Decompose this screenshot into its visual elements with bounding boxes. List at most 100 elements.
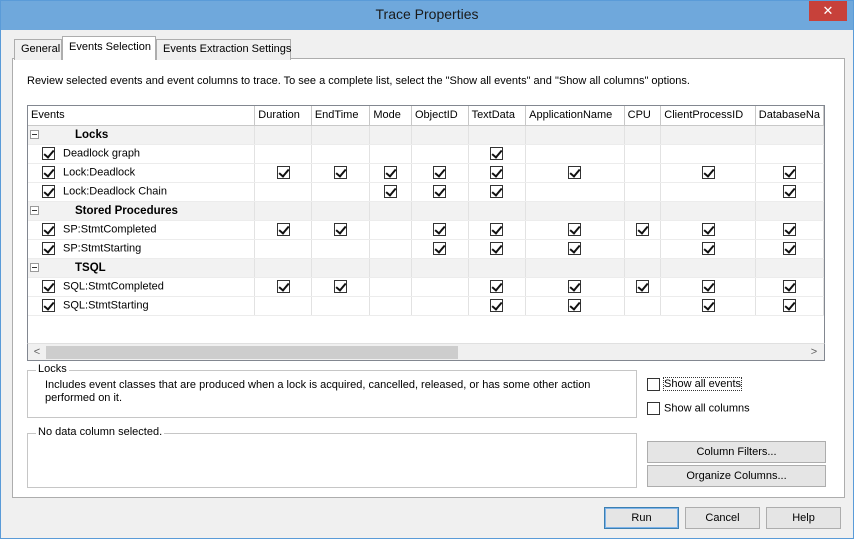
event-row[interactable]: Lock:Deadlock Chain bbox=[28, 182, 824, 202]
event-column-cell[interactable] bbox=[369, 163, 412, 183]
column-checkbox[interactable] bbox=[701, 223, 715, 236]
event-column-cell[interactable] bbox=[311, 277, 371, 297]
event-column-cell[interactable] bbox=[311, 220, 371, 240]
column-checkbox[interactable] bbox=[782, 242, 796, 255]
event-checkbox[interactable] bbox=[42, 242, 55, 255]
column-header-events[interactable]: Events bbox=[28, 106, 256, 126]
event-column-cell[interactable] bbox=[468, 277, 527, 297]
column-checkbox[interactable] bbox=[433, 185, 447, 198]
column-checkbox[interactable] bbox=[701, 166, 715, 179]
show-all-columns-label[interactable]: Show all columns bbox=[664, 402, 750, 414]
column-checkbox[interactable] bbox=[782, 166, 796, 179]
column-checkbox[interactable] bbox=[384, 166, 398, 179]
close-button[interactable]: ✕ bbox=[809, 1, 847, 21]
column-header-clientprocessid[interactable]: ClientProcessID bbox=[660, 106, 756, 126]
event-column-cell[interactable] bbox=[755, 239, 824, 259]
column-checkbox[interactable] bbox=[490, 185, 504, 198]
column-checkbox[interactable] bbox=[568, 280, 582, 293]
event-column-cell[interactable] bbox=[525, 163, 625, 183]
column-checkbox[interactable] bbox=[490, 242, 504, 255]
event-row[interactable]: Lock:Deadlock bbox=[28, 163, 824, 183]
event-cell[interactable]: SQL:StmtCompleted bbox=[28, 277, 256, 297]
category-row[interactable]: Locks bbox=[28, 125, 824, 145]
event-column-cell[interactable] bbox=[254, 163, 312, 183]
event-column-cell[interactable] bbox=[624, 144, 662, 164]
horizontal-scrollbar[interactable]: < > bbox=[27, 343, 825, 361]
event-column-cell[interactable] bbox=[369, 296, 412, 316]
scroll-left-icon[interactable]: < bbox=[29, 346, 45, 358]
collapse-icon[interactable] bbox=[30, 130, 39, 140]
close-icon[interactable]: ✕ bbox=[823, 3, 834, 18]
event-column-cell[interactable] bbox=[311, 163, 371, 183]
event-column-cell[interactable] bbox=[369, 220, 412, 240]
column-header-cpu[interactable]: CPU bbox=[624, 106, 662, 126]
event-column-cell[interactable] bbox=[624, 182, 662, 202]
event-column-cell[interactable] bbox=[660, 182, 756, 202]
column-header-mode[interactable]: Mode bbox=[369, 106, 412, 126]
event-checkbox[interactable] bbox=[42, 147, 55, 160]
show-all-columns-checkbox[interactable] bbox=[647, 402, 660, 415]
column-checkbox[interactable] bbox=[490, 299, 504, 312]
show-all-columns-option[interactable]: Show all columns bbox=[647, 402, 750, 415]
column-checkbox[interactable] bbox=[635, 223, 649, 236]
event-column-cell[interactable] bbox=[369, 277, 412, 297]
event-column-cell[interactable] bbox=[660, 220, 756, 240]
show-all-events-label[interactable]: Show all events bbox=[662, 377, 743, 392]
event-column-cell[interactable] bbox=[311, 182, 371, 202]
event-column-cell[interactable] bbox=[411, 163, 469, 183]
column-filters-button[interactable]: Column Filters... bbox=[647, 441, 826, 463]
column-checkbox[interactable] bbox=[782, 299, 796, 312]
event-column-cell[interactable] bbox=[660, 163, 756, 183]
event-column-cell[interactable] bbox=[525, 182, 625, 202]
category-row[interactable]: TSQL bbox=[28, 258, 824, 278]
column-checkbox[interactable] bbox=[782, 185, 796, 198]
column-header-objectid[interactable]: ObjectID bbox=[411, 106, 469, 126]
event-column-cell[interactable] bbox=[369, 144, 412, 164]
event-cell[interactable]: SQL:StmtStarting bbox=[28, 296, 256, 316]
event-checkbox[interactable] bbox=[42, 223, 55, 236]
column-checkbox[interactable] bbox=[433, 166, 447, 179]
column-checkbox[interactable] bbox=[568, 166, 582, 179]
column-checkbox[interactable] bbox=[490, 147, 504, 160]
title-bar[interactable]: Trace Properties ✕ bbox=[1, 1, 853, 30]
event-column-cell[interactable] bbox=[411, 239, 469, 259]
event-column-cell[interactable] bbox=[525, 239, 625, 259]
column-checkbox[interactable] bbox=[433, 223, 447, 236]
event-column-cell[interactable] bbox=[254, 182, 312, 202]
event-column-cell[interactable] bbox=[755, 144, 824, 164]
tab-events-extraction-settings[interactable]: Events Extraction Settings bbox=[156, 39, 291, 60]
tab-general[interactable]: General bbox=[14, 39, 62, 60]
event-row[interactable]: SQL:StmtCompleted bbox=[28, 277, 824, 297]
event-row[interactable]: SQL:StmtStarting bbox=[28, 296, 824, 316]
event-column-cell[interactable] bbox=[755, 296, 824, 316]
column-header-textdata[interactable]: TextData bbox=[468, 106, 527, 126]
event-column-cell[interactable] bbox=[624, 220, 662, 240]
column-checkbox[interactable] bbox=[276, 280, 290, 293]
column-header-databasena[interactable]: DatabaseNa bbox=[755, 106, 824, 126]
event-column-cell[interactable] bbox=[624, 296, 662, 316]
event-column-cell[interactable] bbox=[660, 296, 756, 316]
column-checkbox[interactable] bbox=[433, 242, 447, 255]
column-checkbox[interactable] bbox=[490, 166, 504, 179]
event-column-cell[interactable] bbox=[660, 277, 756, 297]
category-cell[interactable]: TSQL bbox=[28, 258, 256, 278]
event-column-cell[interactable] bbox=[525, 144, 625, 164]
column-checkbox[interactable] bbox=[334, 166, 348, 179]
event-column-cell[interactable] bbox=[411, 296, 469, 316]
column-checkbox[interactable] bbox=[701, 242, 715, 255]
event-column-cell[interactable] bbox=[468, 144, 527, 164]
event-cell[interactable]: SP:StmtStarting bbox=[28, 239, 256, 259]
column-checkbox[interactable] bbox=[276, 166, 290, 179]
event-column-cell[interactable] bbox=[411, 277, 469, 297]
event-column-cell[interactable] bbox=[311, 239, 371, 259]
category-cell[interactable]: Stored Procedures bbox=[28, 201, 256, 221]
event-row[interactable]: Deadlock graph bbox=[28, 144, 824, 164]
events-grid[interactable]: Events Duration EndTime Mode ObjectID TextDat… bbox=[27, 105, 825, 361]
event-column-cell[interactable] bbox=[468, 220, 527, 240]
event-cell[interactable]: Lock:Deadlock Chain bbox=[28, 182, 256, 202]
event-checkbox[interactable] bbox=[42, 166, 55, 179]
column-checkbox[interactable] bbox=[384, 185, 398, 198]
column-header-duration[interactable]: Duration bbox=[254, 106, 312, 126]
event-column-cell[interactable] bbox=[254, 296, 312, 316]
column-checkbox[interactable] bbox=[635, 280, 649, 293]
